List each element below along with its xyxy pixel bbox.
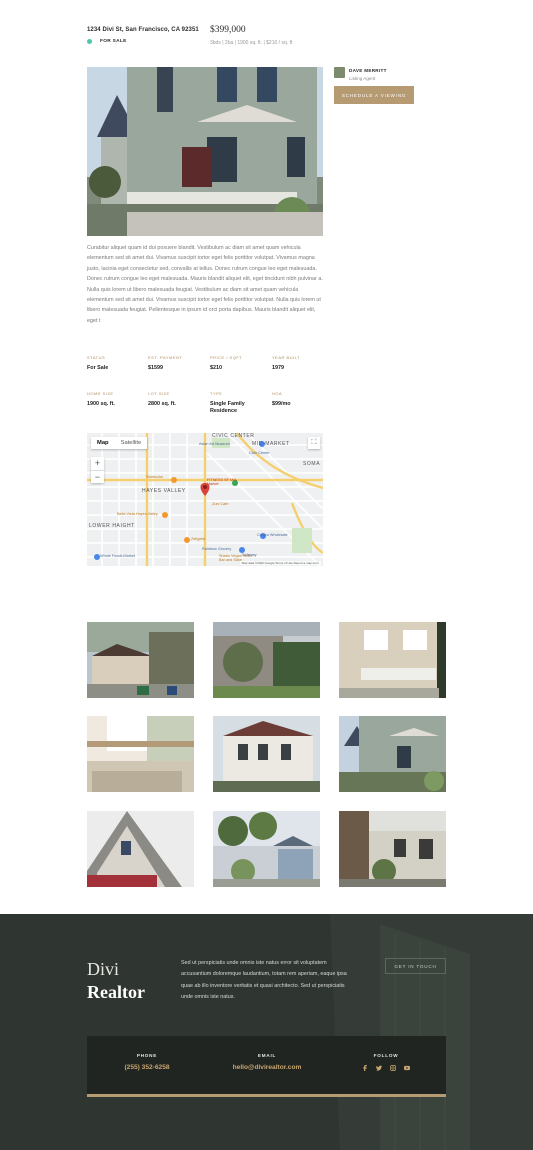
footer-description: Sed ut perspiciatis unde omnis iste natu…: [181, 960, 347, 1001]
fact-value: $99/mo: [272, 401, 291, 407]
map-poi-civic-center: Civic Center: [249, 451, 270, 455]
hero-house-photo[interactable]: [87, 67, 323, 236]
instagram-icon[interactable]: [390, 1064, 397, 1071]
listing-description: Curabitur aliquet quam id dui posuere bl…: [87, 245, 323, 324]
contact-bar: PHONE (255) 352-6258 EMAIL hello@divirea…: [87, 1036, 446, 1097]
map-zoom-control: + −: [91, 457, 104, 483]
listing-page: 1234 Divi St, San Francisco, CA 92351 FO…: [0, 0, 533, 1150]
agent-name: DAVE MERRITT: [349, 68, 387, 73]
fact-value: For Sale: [87, 365, 109, 371]
map-poi-bella-vista: Bella Vista Hayes Valley: [117, 512, 158, 516]
map-poi-zuni: Zuni Cafe: [212, 502, 229, 506]
email-link[interactable]: hello@divirealtor.com: [207, 1064, 327, 1071]
map-poi-whole-foods: Whole Foods Market: [100, 554, 136, 558]
gallery-photo[interactable]: [339, 622, 446, 698]
fact-value: Single Family Residence: [210, 401, 245, 414]
zoom-in-button[interactable]: +: [91, 457, 104, 470]
fact-value: 1900 sq. ft.: [87, 401, 115, 407]
footer-brand-line2: Realtor: [87, 982, 145, 1002]
gallery-photo[interactable]: [339, 716, 446, 792]
map-poi-zeitgeist: Zeitgeist: [191, 537, 206, 541]
fact-lot-size: LOT SIZE 2800 sq. ft.: [148, 391, 206, 408]
social-links: [326, 1064, 446, 1071]
gallery-photo[interactable]: [87, 716, 194, 792]
fact-hoa: HOA $99/mo: [272, 391, 330, 408]
fact-year-built: YEAR BUILT 1979: [272, 355, 330, 372]
follow-label: FOLLOW: [373, 1053, 399, 1058]
facebook-icon[interactable]: [362, 1064, 369, 1071]
listing-specs: 3bds | 2ba | 1900 sq. ft. | $210 / sq. f…: [210, 40, 293, 46]
map-type-tabs: Map Satellite: [91, 437, 148, 449]
fact-label: LOT SIZE: [148, 391, 170, 396]
fact-value: $1599: [148, 365, 163, 371]
fact-value: $210: [210, 365, 222, 371]
contact-follow: FOLLOW: [326, 1053, 446, 1071]
map-poi-asian-art: Asian Art Museum: [199, 442, 230, 446]
get-in-touch-button[interactable]: GET IN TOUCH: [385, 958, 446, 974]
fact-home-size: HOME SIZE 1900 sq. ft.: [87, 391, 145, 408]
agent-card: DAVE MERRITT Listing Agent: [334, 67, 387, 81]
contact-email: EMAIL hello@divirealtor.com: [207, 1053, 327, 1071]
gallery-photo[interactable]: [213, 622, 320, 698]
agent-avatar: [334, 67, 345, 78]
listing-price: $399,000: [210, 25, 246, 35]
phone-link[interactable]: (255) 352-6258: [87, 1064, 207, 1071]
twitter-icon[interactable]: [376, 1064, 383, 1071]
map-label-lower-haight: LOWER HAIGHT: [89, 523, 135, 529]
map-poi-fitness: FITNESS SF Mid-Market: [207, 478, 238, 486]
fact-label: PRICE / SQFT: [210, 355, 243, 360]
agent-role: Listing Agent: [349, 76, 376, 81]
location-map[interactable]: Map Satellite ⛶ + − CIVIC CENTER MID-MAR…: [87, 433, 323, 566]
status-dot-icon: [87, 39, 92, 44]
fact-label: HOA: [272, 391, 283, 396]
fact-label: STATUS: [87, 355, 106, 360]
fact-label: HOME SIZE: [87, 391, 114, 396]
schedule-viewing-button[interactable]: SCHEDULE A VIEWING: [334, 86, 414, 104]
map-tab-satellite[interactable]: Satellite: [115, 437, 148, 449]
fact-label: YEAR BUILT: [272, 355, 301, 360]
fact-value: 1979: [272, 365, 284, 371]
map-label-hayes-valley: HAYES VALLEY: [142, 488, 186, 494]
fact-type: TYPE Single Family Residence: [210, 391, 268, 415]
fact-label: TYPE: [210, 391, 223, 396]
fact-status: STATUS For Sale: [87, 355, 145, 372]
fact-label: EST. PAYMENT: [148, 355, 183, 360]
fact-price-sqft: PRICE / SQFT $210: [210, 355, 268, 372]
map-label-civic-center: CIVIC CENTER: [212, 433, 255, 439]
gallery-photo[interactable]: [213, 716, 320, 792]
gallery-photo[interactable]: [87, 622, 194, 698]
map-label-mid-market: MID-MARKET: [252, 441, 290, 447]
map-poi-starbucks: Starbucks: [146, 475, 163, 479]
map-poi-rainbow: Rainbow Grocery: [202, 547, 232, 551]
fullscreen-icon[interactable]: ⛶: [308, 437, 320, 449]
zoom-out-button[interactable]: −: [91, 470, 104, 483]
contact-phone: PHONE (255) 352-6258: [87, 1053, 207, 1071]
map-attribution[interactable]: Map data ©2020 Google Terms of Use Repor…: [239, 561, 321, 565]
map-poi-costco: Costco Wholesale: [257, 533, 288, 537]
footer-brand-line1: Divi: [87, 959, 120, 979]
gallery-photo[interactable]: [213, 811, 320, 887]
email-label: EMAIL: [257, 1053, 277, 1058]
footer-building-background: [330, 914, 533, 1150]
status-badge: FOR SALE: [100, 39, 127, 44]
fact-value: 2800 sq. ft.: [148, 401, 176, 407]
status-row: FOR SALE: [87, 39, 127, 44]
gallery-photo[interactable]: [339, 811, 446, 887]
youtube-icon[interactable]: [404, 1064, 411, 1071]
phone-label: PHONE: [136, 1053, 158, 1058]
listing-address: 1234 Divi St, San Francisco, CA 92351: [87, 27, 199, 33]
site-footer: Divi Realtor Sed ut perspiciatis unde om…: [0, 914, 533, 1150]
gallery-photo[interactable]: [87, 811, 194, 887]
map-label-soma: SOMA: [303, 461, 321, 467]
map-tab-map[interactable]: Map: [91, 437, 115, 449]
fact-est-payment: EST. PAYMENT $1599: [148, 355, 206, 372]
